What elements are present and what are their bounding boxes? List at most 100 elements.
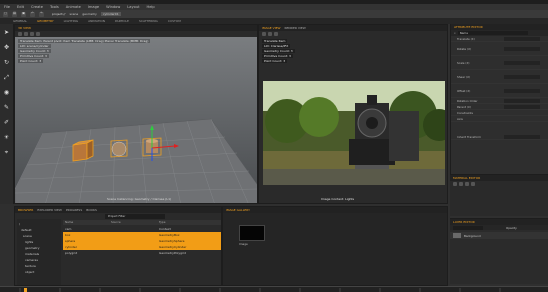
attribute-field[interactable] — [504, 104, 540, 109]
context-item-geometry[interactable]: geometry — [82, 12, 97, 16]
image-view[interactable]: IMAGE VIEW RENDER VIEW Translate Item Li… — [258, 24, 448, 204]
tab-render-view[interactable]: RENDER VIEW — [284, 26, 305, 30]
tab-scattering[interactable]: SCATTERING — [136, 19, 161, 23]
tab-browser[interactable]: BROWSER — [18, 208, 33, 212]
rotate-icon[interactable]: ↻ — [2, 58, 11, 67]
snap-icon[interactable]: ⌖ — [2, 148, 11, 157]
row-name: cam — [65, 227, 72, 231]
render-image — [263, 81, 445, 185]
new-icon[interactable]: ▢ — [3, 11, 8, 17]
context-item-scene[interactable]: scene — [69, 12, 78, 16]
context-path: project:// — [52, 12, 66, 16]
menu-window[interactable]: Window — [106, 5, 120, 9]
menu-tools[interactable]: Tools — [50, 5, 59, 9]
brush-icon[interactable]: ✐ — [2, 118, 11, 127]
box-object[interactable] — [72, 139, 94, 162]
zoom-icon[interactable] — [268, 32, 272, 36]
attribute-field[interactable] — [504, 46, 540, 51]
attribute-field[interactable] — [504, 36, 540, 41]
attribute-label: Translate (X) — [457, 36, 475, 41]
tab-progress[interactable]: PROGRESS — [66, 208, 82, 212]
grid-icon[interactable] — [30, 32, 34, 36]
material-tool-icon[interactable] — [465, 182, 469, 186]
save-icon[interactable]: ▣ — [21, 11, 26, 17]
playhead[interactable] — [24, 288, 27, 292]
viewport-canvas[interactable] — [15, 37, 258, 204]
open-icon[interactable]: ▤ — [12, 11, 17, 17]
menu-help[interactable]: Help — [147, 5, 155, 9]
attribute-row[interactable]: Scale (X) — [451, 56, 548, 70]
tab-animation[interactable]: ANIMATION — [85, 19, 108, 23]
attribute-search-input[interactable]: Name — [457, 31, 528, 35]
material-editor: MATERIAL EDITOR — [450, 174, 548, 216]
attribute-row[interactable]: Inherit Transform — [451, 134, 548, 140]
menu-image[interactable]: Image — [88, 5, 99, 9]
material-tool-icon[interactable] — [453, 182, 457, 186]
camera-select-icon[interactable] — [36, 32, 40, 36]
timeline[interactable] — [0, 286, 548, 292]
redo-icon[interactable]: ↷ — [39, 11, 44, 17]
attribute-field[interactable] — [504, 98, 540, 103]
undo-icon[interactable]: ↶ — [30, 11, 35, 17]
attribute-row[interactable]: Rotate (X) — [451, 42, 548, 56]
tab-lighting[interactable]: LIGHTING — [61, 19, 81, 23]
row-type: GeometrySphere — [159, 239, 185, 243]
attribute-editor-title[interactable]: ATTRIBUTE EDITOR — [454, 25, 483, 29]
menu-file[interactable]: File — [4, 5, 10, 9]
column-name[interactable]: Name — [63, 220, 111, 225]
tree-node[interactable]: object — [25, 269, 34, 275]
pen-icon[interactable]: ✎ — [2, 103, 11, 112]
light-icon[interactable]: ☀ — [2, 133, 11, 142]
tab-custom[interactable]: CUSTOM — [165, 19, 184, 23]
tab-particle[interactable]: PARTICLE — [112, 19, 132, 23]
attribute-row[interactable]: Offset (X) — [451, 84, 548, 98]
menu-edit[interactable]: Edit — [17, 5, 24, 9]
tree-node[interactable]: / — [19, 221, 20, 227]
row-name: cylinder — [65, 245, 77, 249]
attribute-field[interactable] — [504, 74, 540, 79]
gallery-thumbnail[interactable] — [239, 225, 265, 241]
layer-editor-title[interactable]: LAYER EDITOR — [453, 220, 475, 224]
viewport-3d[interactable]: 3D VIEW Translate Item: Parent pivot: It… — [14, 24, 258, 204]
gallery-thumbnail-label: Image — [239, 242, 248, 246]
shading-icon[interactable] — [24, 32, 28, 36]
tab-explorer-view[interactable]: EXPLORER VIEW — [37, 208, 62, 212]
attribute-field[interactable] — [504, 60, 540, 65]
attribute-field[interactable] — [504, 134, 540, 139]
tab-general[interactable]: GENERAL — [10, 19, 30, 23]
material-editor-title[interactable]: MATERIAL EDITOR — [453, 176, 480, 180]
attribute-row[interactable]: Shear (X) — [451, 70, 548, 84]
scale-icon[interactable]: ⤢ — [2, 73, 11, 82]
column-type[interactable]: Type — [159, 220, 219, 225]
tab-image-gallery[interactable]: IMAGE GALLERY — [226, 208, 250, 212]
attribute-field[interactable] — [504, 88, 540, 93]
view-mode-icon[interactable] — [18, 32, 22, 36]
tab-3d-view[interactable]: 3D VIEW — [18, 26, 31, 30]
material-tool-icon[interactable] — [471, 182, 475, 186]
project-filter-input[interactable]: Project Filter — [105, 214, 165, 219]
layer-blend-dropdown[interactable] — [453, 225, 483, 230]
material-tool-icon[interactable] — [459, 182, 463, 186]
attribute-row[interactable]: Axis — [451, 116, 548, 122]
table-row[interactable]: polygrid GeometryPolygrid — [63, 250, 221, 256]
select-icon[interactable]: ➤ — [2, 28, 11, 37]
layer-name: Background — [464, 233, 481, 238]
menu-layout[interactable]: Layout — [127, 5, 139, 9]
tab-geometry[interactable]: GEOMETRY — [34, 19, 57, 23]
column-source[interactable]: Source — [111, 220, 159, 225]
context-item-cylinder[interactable]: cylinder01 — [100, 12, 121, 16]
attribute-label: Offset (X) — [457, 88, 471, 93]
tab-image-view[interactable]: IMAGE VIEW — [262, 26, 280, 30]
app-window: File Edit Create Tools Animate Image Win… — [0, 0, 548, 292]
timeline-ruler[interactable] — [0, 287, 548, 292]
image-hud-line: Point Count: 3 — [262, 59, 288, 63]
viewport-hud-line: LiD: scene/cylinder — [18, 44, 51, 48]
render-icon[interactable] — [274, 32, 278, 36]
tab-books[interactable]: BOOKS — [86, 208, 97, 212]
channel-icon[interactable] — [262, 32, 266, 36]
camera-icon[interactable]: ◉ — [2, 88, 11, 97]
layer-row[interactable]: Background — [450, 232, 548, 239]
menu-create[interactable]: Create — [31, 5, 43, 9]
menu-animate[interactable]: Animate — [66, 5, 81, 9]
move-icon[interactable]: ✥ — [2, 43, 11, 52]
